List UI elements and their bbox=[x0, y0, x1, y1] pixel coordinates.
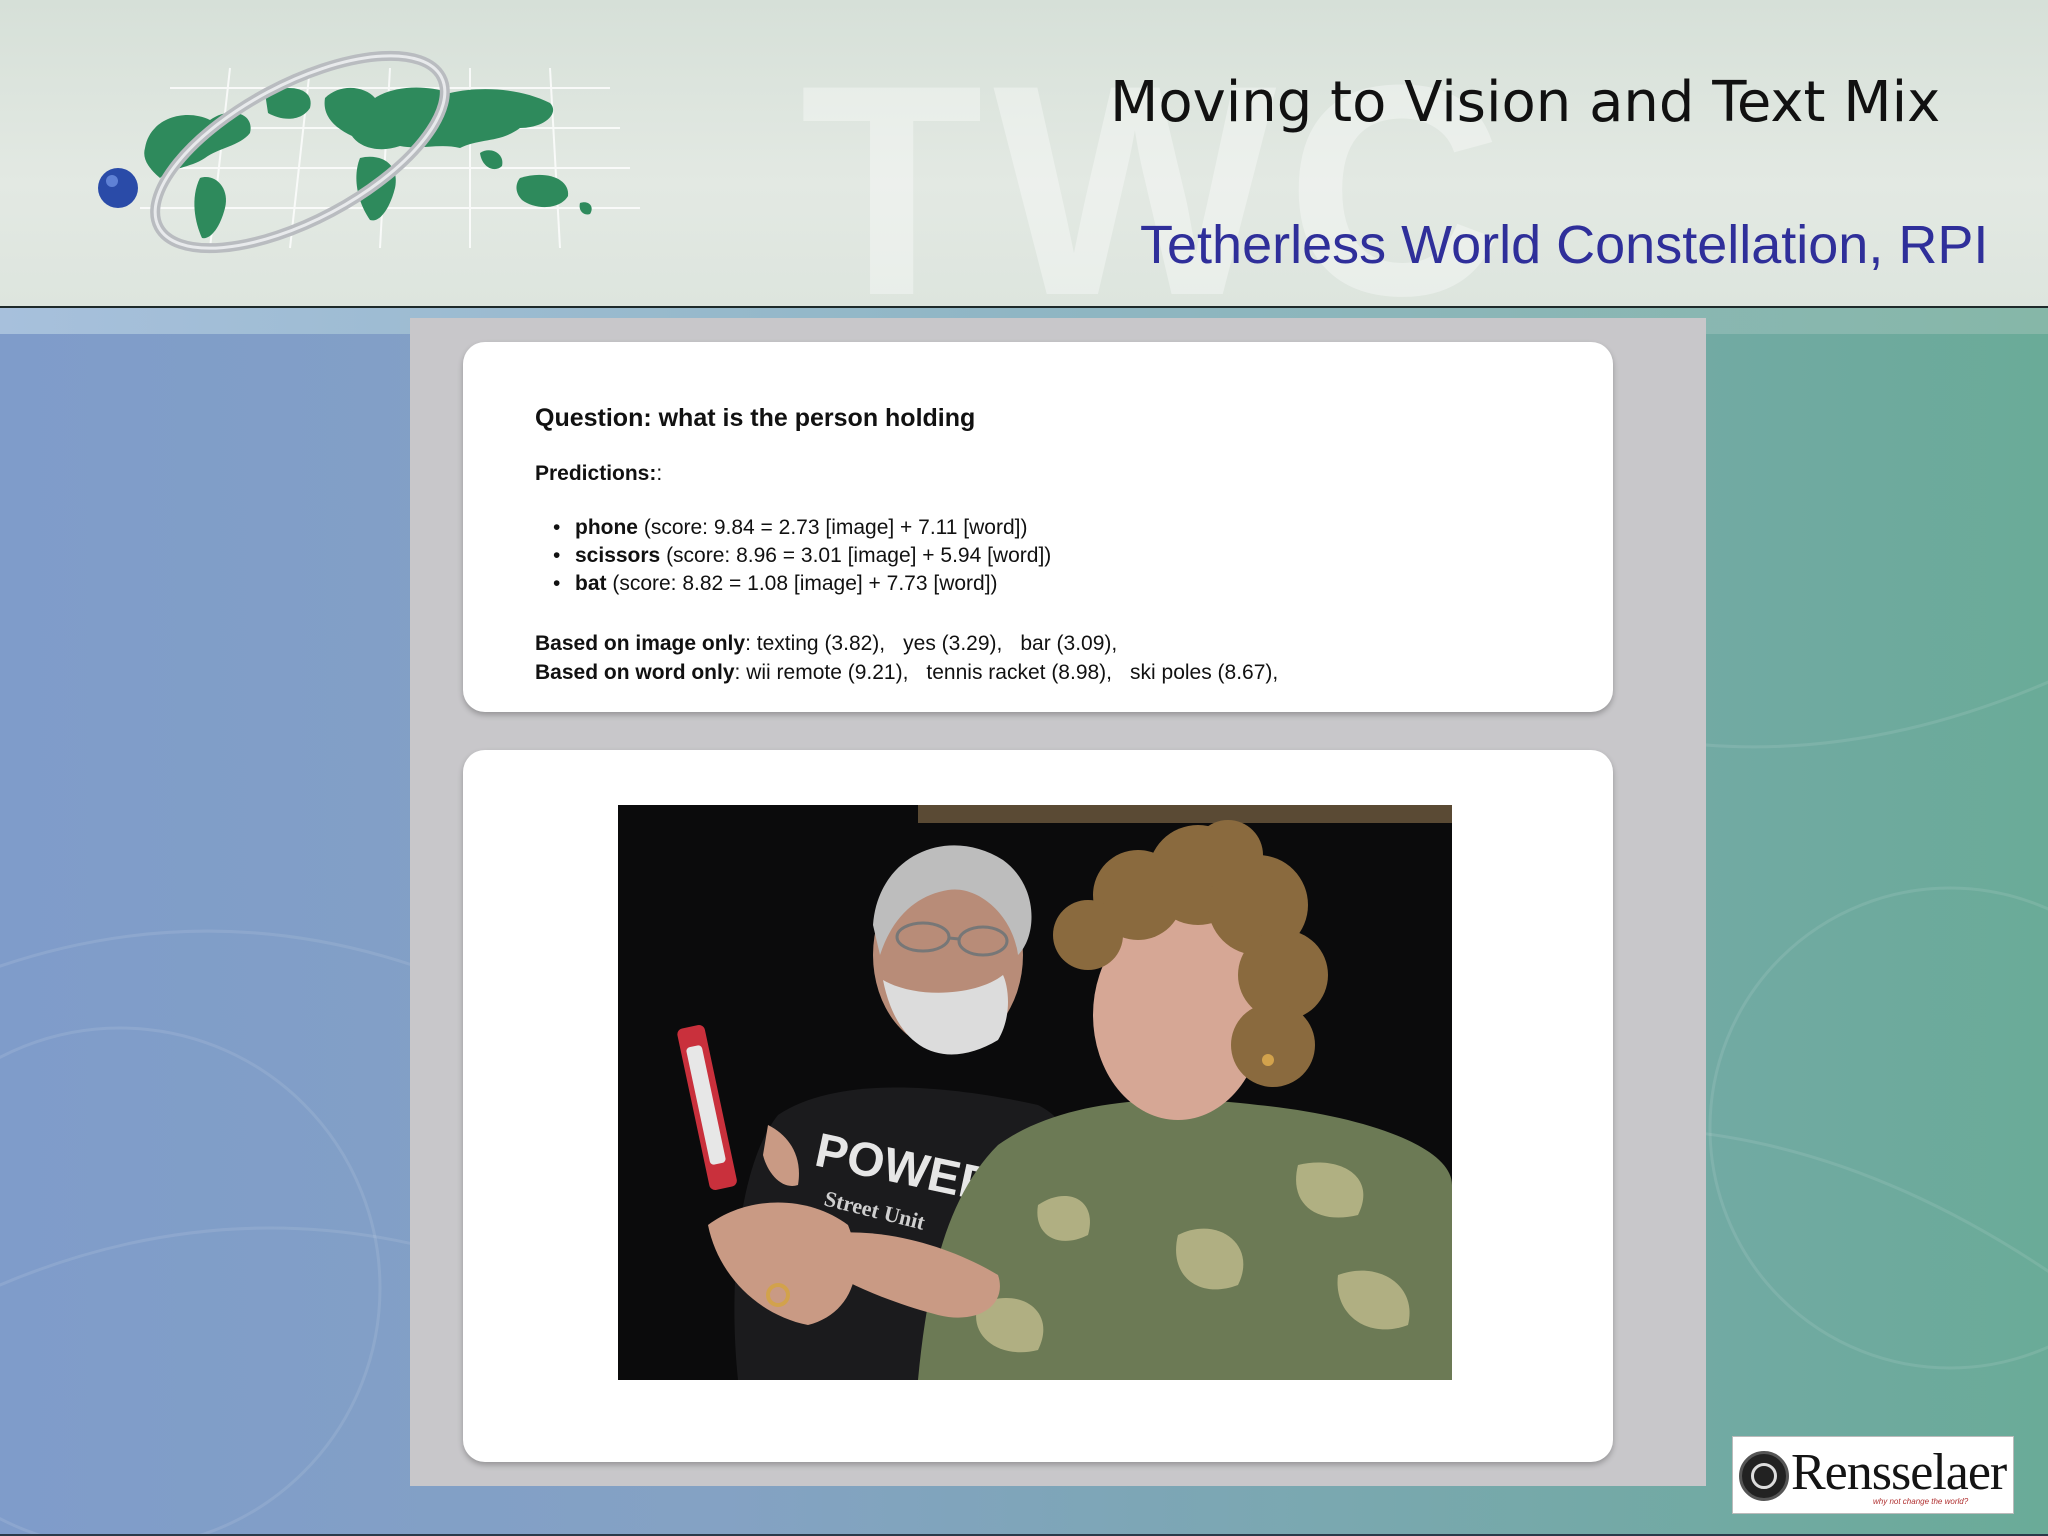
word-only-answer: ski poles (8.67), bbox=[1130, 661, 1279, 684]
image-only-answer: : texting (3.82), bbox=[745, 632, 886, 655]
image-only-row: Based on image only: texting (3.82), yes … bbox=[535, 632, 1135, 656]
word-only-answer: : wii remote (9.21), bbox=[734, 661, 909, 684]
bullet-icon: • bbox=[553, 544, 561, 567]
word-only-row: Based on word only: wii remote (9.21), te… bbox=[535, 661, 1296, 685]
word-only-label: Based on word only bbox=[535, 661, 735, 684]
predictions-suffix: : bbox=[656, 462, 663, 485]
image-only-answer: yes (3.29), bbox=[903, 632, 1003, 655]
prediction-answer: bat bbox=[575, 572, 607, 595]
bullet-icon: • bbox=[553, 572, 561, 595]
slide-title: Moving to Vision and Text Mix bbox=[1110, 70, 1941, 135]
rensselaer-logo: Rensselaer why not change the world? bbox=[1732, 1436, 2014, 1514]
image-only-answer: bar (3.09), bbox=[1020, 632, 1118, 655]
twc-world-logo bbox=[98, 50, 640, 254]
rpi-logo-tagline: why not change the world? bbox=[1873, 1497, 1969, 1506]
slide-header: TWC Moving to Vision and Text Mix Tether… bbox=[0, 0, 2048, 306]
list-item: • phone (score: 9.84 = 2.73 [image] + 7.1… bbox=[553, 514, 1051, 542]
rpi-logo-text: Rensselaer bbox=[1791, 1444, 2007, 1501]
prediction-score: (score: 8.96 = 3.01 [image] + 5.94 [word… bbox=[660, 544, 1052, 567]
rpi-seal-icon bbox=[1739, 1451, 1789, 1501]
word-only-answer: tennis racket (8.98), bbox=[926, 661, 1113, 684]
prediction-answer: scissors bbox=[575, 544, 661, 567]
prediction-score: (score: 8.82 = 1.08 [image] + 7.73 [word… bbox=[606, 572, 998, 595]
predictions-heading: Predictions:: bbox=[535, 462, 662, 486]
list-item: • bat (score: 8.82 = 1.08 [image] + 7.73 … bbox=[553, 570, 1051, 598]
vqa-demo-screenshot: Question: what is the person holding Pre… bbox=[410, 318, 1706, 1486]
image-only-label: Based on image only bbox=[535, 632, 746, 655]
bullet-icon: • bbox=[553, 516, 561, 539]
predictions-label: Predictions: bbox=[535, 462, 657, 485]
question-text: Question: what is the person holding bbox=[535, 404, 976, 432]
image-card: POWER TRIP Street Unit bbox=[463, 750, 1613, 1462]
slide-subtitle: Tetherless World Constellation, RPI bbox=[1140, 215, 1989, 275]
photo-illustration: POWER TRIP Street Unit bbox=[618, 805, 1452, 1380]
prediction-answer: phone bbox=[575, 516, 638, 539]
prediction-score: (score: 9.84 = 2.73 [image] + 7.11 [word… bbox=[638, 516, 1028, 539]
question-photo: POWER TRIP Street Unit bbox=[618, 805, 1452, 1380]
prediction-card: Question: what is the person holding Pre… bbox=[463, 342, 1613, 712]
list-item: • scissors (score: 8.96 = 3.01 [image] + … bbox=[553, 542, 1051, 570]
predictions-list: • phone (score: 9.84 = 2.73 [image] + 7.1… bbox=[553, 514, 1051, 598]
